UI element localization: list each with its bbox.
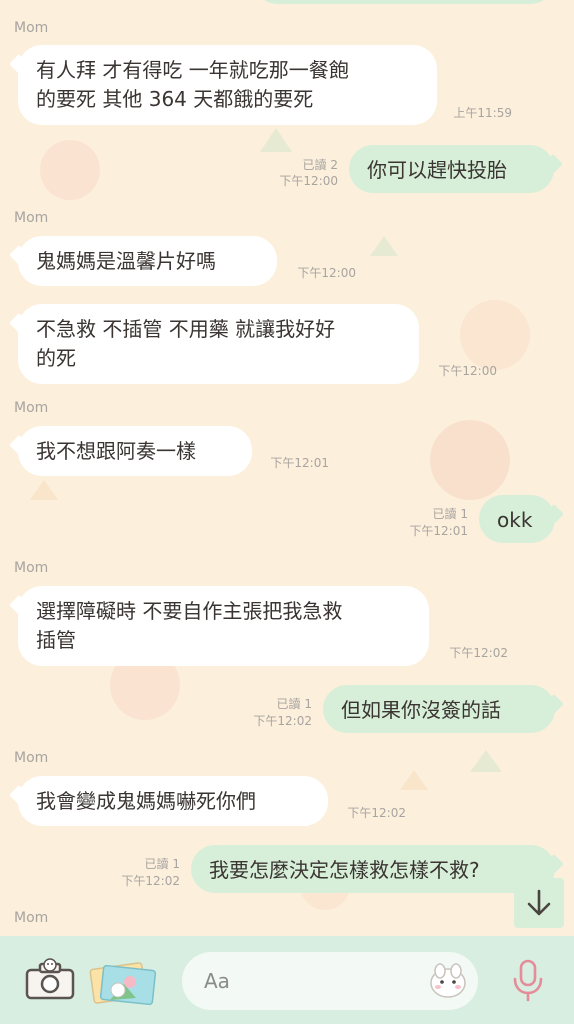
- message-bubble-incoming[interactable]: 不急救 不插管 不用藥 就讓我好好 的死: [18, 304, 419, 384]
- message-timestamp: 下午12:02: [253, 714, 312, 728]
- message-text: 但如果你沒簽的話: [341, 698, 501, 722]
- read-receipt: 已讀 1: [432, 507, 468, 521]
- sender-name: Mom: [14, 20, 49, 36]
- camera-button[interactable]: [24, 958, 76, 1006]
- sticker-icon: [430, 963, 466, 998]
- message-bubble-incoming[interactable]: 選擇障礙時 不要自作主張把我急救 插管: [18, 586, 429, 666]
- message-bubble-outgoing[interactable]: 但如果你沒簽的話: [323, 685, 555, 733]
- background-pattern-shape: [460, 300, 530, 370]
- camera-icon: [25, 958, 75, 1000]
- sender-name: Mom: [14, 210, 49, 226]
- message-text: 的要死 其他 364 天都餓的要死: [36, 87, 314, 111]
- background-pattern-shape: [470, 750, 502, 772]
- message-bubble-outgoing[interactable]: [255, 0, 553, 4]
- message-bubble-outgoing[interactable]: 我要怎麼決定怎樣救怎樣不救?: [191, 845, 555, 893]
- message-text: 插管: [36, 628, 76, 652]
- message-bubble-outgoing[interactable]: 你可以趕快投胎: [349, 145, 554, 193]
- message-text: 不急救 不插管 不用藥 就讓我好好: [36, 317, 336, 341]
- message-text: 你可以趕快投胎: [367, 158, 507, 182]
- photo-gallery-icon: [89, 962, 157, 1006]
- message-bubble-incoming[interactable]: 我會變成鬼媽媽嚇死你們: [18, 776, 328, 826]
- scroll-to-bottom-button[interactable]: [514, 878, 564, 928]
- sender-name: Mom: [14, 400, 49, 416]
- background-pattern-shape: [40, 140, 100, 200]
- message-bubble-outgoing[interactable]: okk: [479, 495, 555, 543]
- background-pattern-shape: [430, 420, 510, 500]
- chat-area[interactable]: Mom 有人拜 才有得吃 一年就吃那一餐飽 的要死 其他 364 天都餓的要死 …: [0, 0, 574, 936]
- message-text: 我會變成鬼媽媽嚇死你們: [36, 789, 256, 813]
- read-receipt: 已讀 2: [302, 158, 338, 172]
- arrow-down-icon: [527, 889, 551, 916]
- message-text: 鬼媽媽是溫馨片好嗎: [36, 249, 216, 273]
- background-pattern-shape: [260, 128, 292, 152]
- message-text: okk: [497, 508, 533, 532]
- sender-name: Mom: [14, 910, 49, 926]
- read-receipt: 已讀 1: [144, 857, 180, 871]
- message-timestamp: 下午12:02: [449, 646, 508, 660]
- message-timestamp: 下午12:02: [347, 806, 406, 820]
- message-timestamp: 下午12:02: [121, 874, 180, 888]
- background-pattern-shape: [400, 770, 428, 790]
- message-bubble-incoming[interactable]: 有人拜 才有得吃 一年就吃那一餐飽 的要死 其他 364 天都餓的要死: [18, 45, 437, 125]
- message-input-placeholder: Aa: [204, 969, 230, 993]
- message-timestamp: 上午11:59: [453, 106, 512, 120]
- photo-gallery-button[interactable]: [88, 960, 158, 1010]
- message-timestamp: 下午12:01: [409, 524, 468, 538]
- message-bubble-incoming[interactable]: 鬼媽媽是溫馨片好嗎: [18, 236, 277, 286]
- message-bubble-incoming[interactable]: 我不想跟阿奏一樣: [18, 426, 252, 476]
- microphone-icon: [513, 959, 543, 1002]
- read-receipt: 已讀 1: [276, 697, 312, 711]
- message-timestamp: 下午12:00: [438, 364, 497, 378]
- background-pattern-shape: [30, 480, 58, 500]
- message-text: 選擇障礙時 不要自作主張把我急救: [36, 599, 343, 623]
- message-text: 有人拜 才有得吃 一年就吃那一餐飽: [36, 58, 349, 82]
- message-input[interactable]: Aa: [182, 952, 478, 1010]
- message-timestamp: 下午12:00: [297, 266, 356, 280]
- voice-message-button[interactable]: [510, 958, 546, 1008]
- sender-name: Mom: [14, 560, 49, 576]
- message-timestamp: 下午12:00: [279, 174, 338, 188]
- sticker-button[interactable]: [428, 963, 468, 1003]
- message-text: 我不想跟阿奏一樣: [36, 439, 196, 463]
- message-timestamp: 下午12:01: [270, 456, 329, 470]
- sender-name: Mom: [14, 750, 49, 766]
- message-text: 我要怎麼決定怎樣救怎樣不救?: [209, 858, 480, 882]
- message-text: 的死: [36, 346, 76, 370]
- background-pattern-shape: [370, 236, 398, 256]
